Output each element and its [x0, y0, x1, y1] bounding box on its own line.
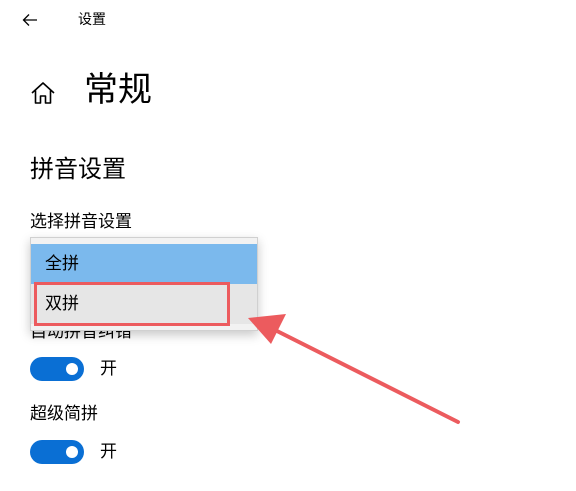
section-title: 拼音设置 — [30, 155, 126, 183]
page-title: 常规 — [84, 70, 152, 110]
toggle-knob — [66, 446, 78, 458]
pinyin-select-label: 选择拼音设置 — [30, 212, 132, 232]
annotation-highlight-box — [34, 282, 230, 326]
back-button[interactable] — [14, 6, 46, 34]
super-abbrev-label: 超级简拼 — [30, 404, 98, 424]
toggle-knob — [66, 363, 78, 375]
super-abbrev-toggle[interactable] — [30, 440, 84, 464]
back-arrow-icon — [22, 14, 37, 26]
super-abbrev-state: 开 — [100, 442, 117, 462]
auto-correct-toggle[interactable] — [30, 357, 84, 381]
auto-correct-state: 开 — [100, 359, 117, 379]
window-title: 设置 — [78, 12, 106, 28]
home-icon — [31, 82, 55, 104]
option-quanpin[interactable]: 全拼 — [31, 244, 257, 284]
